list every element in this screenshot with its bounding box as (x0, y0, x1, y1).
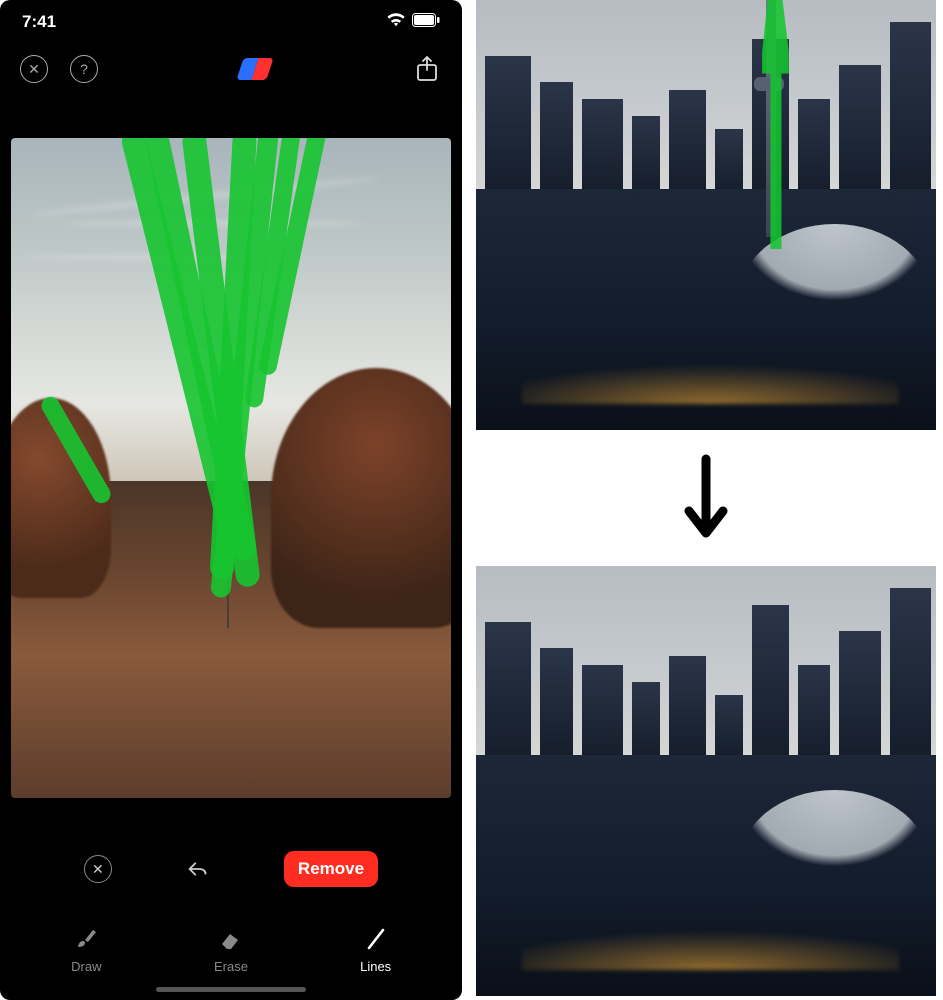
phone-editor-screen: 7:41 ✕ ? (0, 0, 462, 1000)
before-image (476, 0, 936, 430)
clear-marks-button[interactable]: ✕ (84, 855, 112, 883)
close-icon: ✕ (28, 61, 40, 78)
help-button[interactable]: ? (70, 55, 98, 83)
action-row: ✕ Remove (0, 834, 462, 904)
undo-button[interactable] (184, 855, 212, 883)
status-bar: 7:41 (0, 0, 462, 44)
line-icon (362, 925, 390, 953)
tool-label: Erase (214, 959, 248, 974)
remove-button[interactable]: Remove (284, 851, 378, 887)
canvas-area (0, 94, 462, 834)
arrow-down-icon (676, 448, 736, 548)
tool-label: Lines (360, 959, 391, 974)
share-icon (416, 56, 438, 82)
before-after-panel (476, 0, 936, 1000)
undo-icon (184, 858, 212, 880)
help-icon: ? (80, 61, 88, 77)
close-icon: ✕ (92, 861, 104, 878)
tool-erase[interactable]: Erase (186, 925, 276, 974)
top-nav: ✕ ? (0, 44, 462, 94)
tool-tabs: Draw Erase Lines (0, 904, 462, 1000)
home-indicator[interactable] (156, 987, 306, 992)
wifi-icon (386, 12, 406, 32)
tool-label: Draw (71, 959, 101, 974)
remove-button-label: Remove (298, 859, 364, 878)
share-button[interactable] (412, 54, 442, 84)
battery-icon (412, 12, 440, 32)
eraser-tool-indicator (240, 54, 270, 84)
eraser-outline-icon (217, 925, 245, 953)
eraser-icon (240, 58, 270, 80)
brush-icon (72, 925, 100, 953)
after-image (476, 566, 936, 996)
photo-canvas[interactable] (11, 138, 451, 798)
tool-lines[interactable]: Lines (331, 925, 421, 974)
tool-draw[interactable]: Draw (41, 925, 131, 974)
status-time: 7:41 (22, 12, 56, 32)
status-icons (386, 12, 440, 32)
close-button[interactable]: ✕ (20, 55, 48, 83)
